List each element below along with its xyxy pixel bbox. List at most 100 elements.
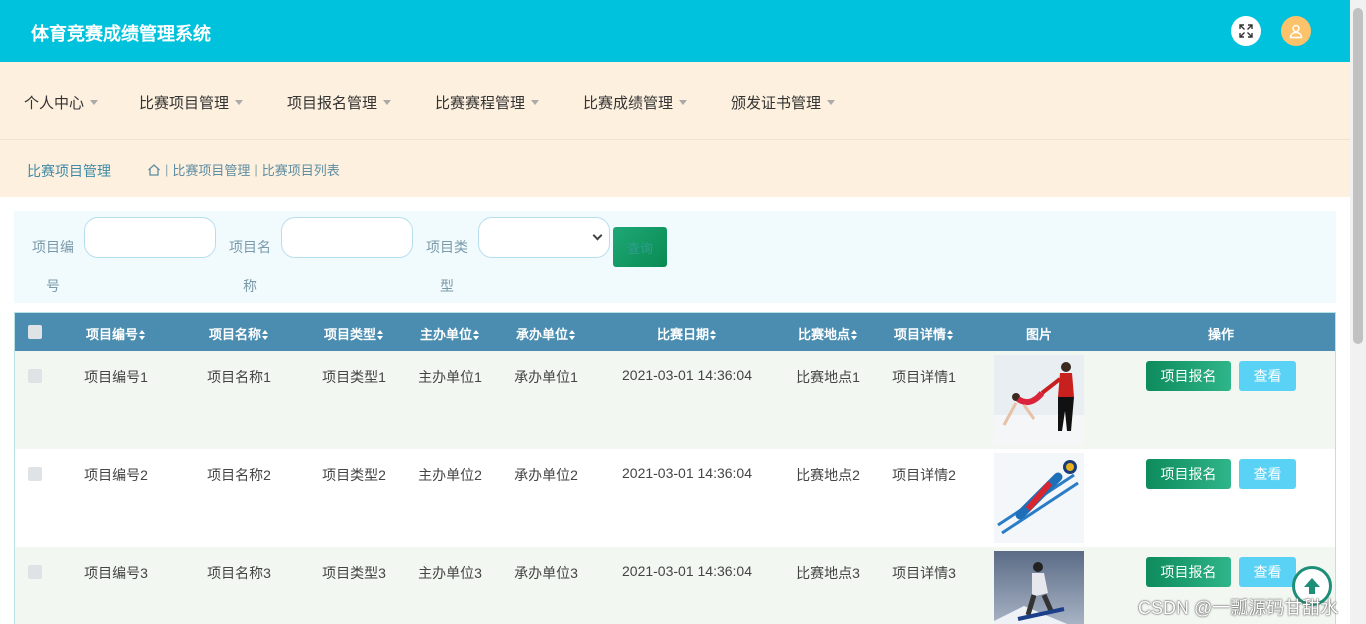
header-project-type[interactable]: 项目类型 bbox=[324, 324, 384, 343]
table-row: 项目编号2 项目名称2 项目类型2 主办单位2 承办单位2 2021-03-01… bbox=[15, 449, 1335, 547]
enroll-button[interactable]: 项目报名 bbox=[1146, 459, 1231, 489]
caret-down-icon bbox=[383, 100, 392, 105]
chevron-down-icon bbox=[592, 230, 603, 241]
fullscreen-button[interactable] bbox=[1231, 16, 1261, 46]
scrollbar-thumb[interactable] bbox=[1353, 8, 1363, 344]
cell-match-date: 2021-03-01 14:36:04 bbox=[622, 465, 752, 481]
cell-project-name: 项目名称2 bbox=[207, 467, 271, 483]
header-organizer[interactable]: 承办单位 bbox=[516, 324, 576, 343]
nav-item-personal-center[interactable]: 个人中心 bbox=[24, 92, 99, 113]
view-button[interactable]: 查看 bbox=[1239, 557, 1296, 587]
nav-item-score-management[interactable]: 比赛成绩管理 bbox=[583, 92, 688, 113]
cell-match-place: 比赛地点3 bbox=[796, 565, 860, 581]
enroll-button[interactable]: 项目报名 bbox=[1146, 557, 1231, 587]
header-actions: 操作 bbox=[1207, 327, 1235, 342]
view-button[interactable]: 查看 bbox=[1239, 459, 1296, 489]
sort-icon bbox=[377, 330, 384, 340]
nav-item-label: 个人中心 bbox=[24, 95, 85, 112]
header-match-place[interactable]: 比赛地点 bbox=[798, 324, 858, 343]
breadcrumb: | 比赛项目管理 | 比赛项目列表 bbox=[147, 160, 340, 179]
header-project-detail[interactable]: 项目详情 bbox=[894, 324, 954, 343]
table-header: 项目编号 项目名称 项目类型 主办单位 承办单位 比赛日期 比赛地点 项目详情 … bbox=[15, 313, 1335, 351]
cell-match-date: 2021-03-01 14:36:04 bbox=[622, 563, 752, 579]
project-code-input[interactable] bbox=[84, 217, 216, 258]
nav-item-label: 颁发证书管理 bbox=[731, 95, 822, 112]
query-button[interactable]: 查询 bbox=[613, 227, 667, 267]
table-row: 项目编号3 项目名称3 项目类型3 主办单位3 承办单位3 2021-03-01… bbox=[15, 547, 1335, 624]
cell-project-code: 项目编号3 bbox=[84, 565, 148, 581]
header-label: 项目名称 bbox=[208, 327, 262, 342]
row-checkbox[interactable] bbox=[28, 369, 42, 383]
header-label: 项目类型 bbox=[323, 327, 377, 342]
nav-item-label: 项目报名管理 bbox=[287, 95, 378, 112]
cell-project-name: 项目名称3 bbox=[207, 565, 271, 581]
header-label: 主办单位 bbox=[419, 327, 473, 342]
header-match-date[interactable]: 比赛日期 bbox=[657, 324, 717, 343]
caret-down-icon bbox=[90, 100, 99, 105]
cell-project-detail: 项目详情3 bbox=[892, 565, 956, 581]
header-host[interactable]: 主办单位 bbox=[420, 324, 480, 343]
cell-organizer: 承办单位1 bbox=[514, 369, 578, 385]
watermark-text: CSDN @一瓢源码甘甜水 bbox=[1138, 598, 1339, 618]
nav-item-project-management[interactable]: 比赛项目管理 bbox=[139, 92, 244, 113]
project-table: 项目编号 项目名称 项目类型 主办单位 承办单位 比赛日期 比赛地点 项目详情 … bbox=[14, 312, 1336, 624]
breadcrumb-separator: | bbox=[165, 162, 169, 177]
row-checkbox[interactable] bbox=[28, 467, 42, 481]
sort-icon bbox=[569, 330, 576, 340]
cell-project-code: 项目编号2 bbox=[84, 467, 148, 483]
expand-icon bbox=[1239, 24, 1253, 38]
nav-item-enrollment-management[interactable]: 项目报名管理 bbox=[287, 92, 392, 113]
user-button[interactable] bbox=[1281, 16, 1311, 46]
breadcrumb-separator: | bbox=[254, 162, 258, 177]
header-label: 比赛地点 bbox=[797, 327, 851, 342]
nav-item-certificate-management[interactable]: 颁发证书管理 bbox=[731, 92, 836, 113]
user-icon bbox=[1289, 24, 1303, 39]
cell-project-type: 项目类型3 bbox=[322, 565, 386, 581]
cell-project-detail: 项目详情1 bbox=[892, 369, 956, 385]
project-type-label: 项目类型 bbox=[426, 239, 468, 294]
project-code-label: 项目编号 bbox=[32, 239, 74, 294]
cell-project-type: 项目类型2 bbox=[322, 467, 386, 483]
header-label: 比赛日期 bbox=[656, 327, 710, 342]
ski-jumping-photo bbox=[994, 453, 1084, 543]
breadcrumb-level2: 比赛项目列表 bbox=[261, 163, 340, 178]
cell-project-code: 项目编号1 bbox=[84, 369, 148, 385]
view-button[interactable]: 查看 bbox=[1239, 361, 1296, 391]
sort-icon bbox=[139, 330, 146, 340]
caret-down-icon bbox=[827, 100, 836, 105]
table-row: 项目编号1 项目名称1 项目类型1 主办单位1 承办单位1 2021-03-01… bbox=[15, 351, 1335, 449]
main-nav: 个人中心 比赛项目管理 项目报名管理 比赛赛程管理 比赛成绩管理 颁发证书管理 bbox=[0, 62, 1350, 140]
nav-item-label: 比赛赛程管理 bbox=[435, 95, 526, 112]
page-title: 比赛项目管理 bbox=[27, 163, 111, 179]
cell-project-name: 项目名称1 bbox=[207, 369, 271, 385]
nav-item-label: 比赛项目管理 bbox=[139, 95, 230, 112]
nav-item-schedule-management[interactable]: 比赛赛程管理 bbox=[435, 92, 540, 113]
cell-organizer: 承办单位3 bbox=[514, 565, 578, 581]
header-project-name[interactable]: 项目名称 bbox=[209, 324, 269, 343]
caret-down-icon bbox=[235, 100, 244, 105]
project-name-input[interactable] bbox=[281, 217, 413, 258]
sort-icon bbox=[262, 330, 269, 340]
home-icon[interactable] bbox=[147, 163, 161, 177]
enroll-button[interactable]: 项目报名 bbox=[1146, 361, 1231, 391]
caret-down-icon bbox=[679, 100, 688, 105]
cell-match-date: 2021-03-01 14:36:04 bbox=[622, 367, 752, 383]
header-label: 项目详情 bbox=[893, 327, 947, 342]
top-header: 体育竞赛成绩管理系统 bbox=[0, 0, 1350, 62]
breadcrumb-level1[interactable]: 比赛项目管理 bbox=[172, 160, 250, 179]
header-project-code[interactable]: 项目编号 bbox=[86, 324, 146, 343]
header-label: 承办单位 bbox=[515, 327, 569, 342]
sort-icon bbox=[851, 330, 858, 340]
sort-icon bbox=[473, 330, 480, 340]
nav-item-label: 比赛成绩管理 bbox=[583, 95, 674, 112]
cell-project-type: 项目类型1 bbox=[322, 369, 386, 385]
search-form: 项目编号 项目名称 项目类型 查询 bbox=[14, 211, 1336, 303]
row-checkbox[interactable] bbox=[28, 565, 42, 579]
cell-project-detail: 项目详情2 bbox=[892, 467, 956, 483]
cell-host: 主办单位2 bbox=[418, 467, 482, 483]
cell-host: 主办单位3 bbox=[418, 565, 482, 581]
sort-icon bbox=[710, 330, 717, 340]
snowboard-photo bbox=[994, 551, 1084, 624]
project-type-select[interactable] bbox=[478, 217, 610, 258]
select-all-checkbox[interactable] bbox=[28, 325, 42, 339]
